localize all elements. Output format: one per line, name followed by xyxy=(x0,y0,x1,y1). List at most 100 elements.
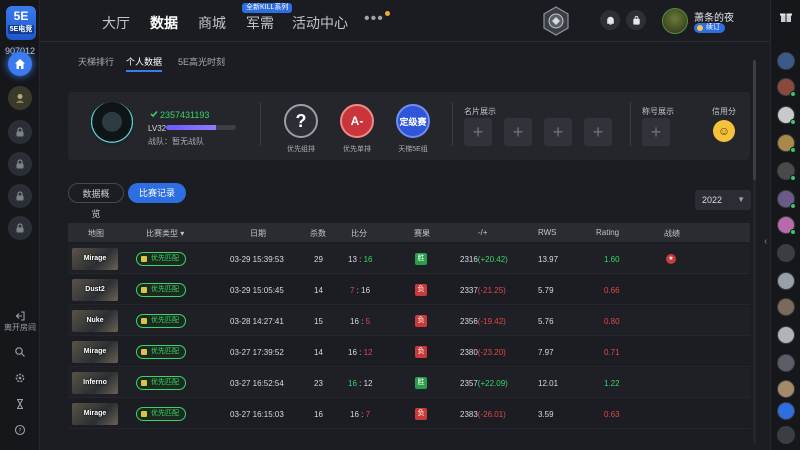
score-own: 13 xyxy=(348,255,357,264)
leave-room-button[interactable]: 离开房间 xyxy=(0,310,40,333)
friend-avatar[interactable] xyxy=(777,78,796,97)
settings-button[interactable] xyxy=(0,372,40,384)
smile-icon[interactable]: ☺ xyxy=(713,120,735,142)
col-kills: 杀数 xyxy=(310,229,326,238)
friend-avatar[interactable] xyxy=(777,52,795,70)
map-thumbnail: Mirage xyxy=(72,403,118,425)
friend-avatar[interactable] xyxy=(777,354,795,372)
score-separator: : xyxy=(356,255,364,264)
lock-icon xyxy=(16,191,24,201)
exit-icon xyxy=(15,311,25,321)
nav-lobby[interactable]: 大厅 xyxy=(102,13,130,33)
locked-slot-1[interactable] xyxy=(8,120,32,144)
rank-label: 优先单排 xyxy=(343,146,371,153)
chat-button[interactable] xyxy=(777,426,795,444)
title-slot[interactable]: + xyxy=(642,118,670,146)
help-button[interactable]: ? xyxy=(0,424,40,436)
table-row[interactable]: Mirage 优先匹配 03-27 17:39:52 14 16 : 12 负 … xyxy=(68,337,750,367)
elo-delta: (-19.42) xyxy=(477,317,506,326)
score: 13 : 16 xyxy=(348,255,372,264)
col-score: 比分 xyxy=(351,229,367,238)
locked-slot-3[interactable] xyxy=(8,184,32,208)
overview-button[interactable]: 数据概览 xyxy=(68,183,124,219)
lock-icon xyxy=(16,127,24,137)
level-progress-fill xyxy=(166,125,217,130)
card-slot[interactable]: + xyxy=(584,118,612,146)
tab-personal-data[interactable]: 个人数据 xyxy=(126,55,162,68)
score-separator: : xyxy=(358,317,366,326)
col-match-type[interactable]: 比赛类型 ▾ xyxy=(146,228,184,239)
home-button[interactable] xyxy=(8,52,32,76)
friend-avatar[interactable] xyxy=(777,134,796,153)
rank-badge-placement[interactable]: 定级赛 xyxy=(396,104,430,138)
table-row[interactable]: Dust2 优先匹配 03-29 15:05:45 14 7 : 16 负 23… xyxy=(68,275,750,305)
match-type-tag: 优先匹配 xyxy=(136,314,186,328)
logo-text: 5E xyxy=(13,9,29,23)
score-separator: : xyxy=(356,348,364,357)
elo-delta: (-21.25) xyxy=(477,286,506,295)
tab-ladder-rank[interactable]: 天梯排行 xyxy=(78,55,114,68)
match-records-button[interactable]: 比赛记录 xyxy=(128,183,186,203)
result-badge: 负 xyxy=(415,284,427,296)
nav-store[interactable]: 商城 xyxy=(198,13,226,33)
top-nav: 大厅 数据 商城 军需 全新KILL系列 活动中心 ••• 萧条的夜 续订 xyxy=(40,0,770,42)
rank-badge-solo[interactable]: A- xyxy=(340,104,374,138)
map-thumbnail: Nuke xyxy=(72,310,118,332)
friend-avatar[interactable] xyxy=(777,272,795,290)
gift-icon[interactable] xyxy=(779,10,793,24)
online-dot xyxy=(790,203,796,209)
card-slot[interactable]: + xyxy=(464,118,492,146)
friend-avatar[interactable] xyxy=(777,216,796,235)
verified-icon xyxy=(150,111,158,118)
table-row[interactable]: Mirage 优先匹配 03-29 15:39:53 29 13 : 16 胜 … xyxy=(68,244,750,274)
app-logo[interactable]: 5E 5E电竞 xyxy=(6,6,36,40)
rank-emblem-icon[interactable] xyxy=(540,6,572,36)
player-id-text: 2357431193 xyxy=(160,110,210,120)
elo-value: 2337 xyxy=(460,286,478,295)
rank-label: 优先组排 xyxy=(287,146,315,153)
locked-slot-2[interactable] xyxy=(8,152,32,176)
table-row[interactable]: Inferno 优先匹配 03-27 16:52:54 23 16 : 12 胜… xyxy=(68,368,750,398)
friend-avatar[interactable] xyxy=(777,190,796,209)
elo-value: 2383 xyxy=(460,410,478,419)
rws: 7.97 xyxy=(538,348,554,357)
more-menu-button[interactable]: ••• xyxy=(364,10,384,28)
score-own: 16 xyxy=(348,348,357,357)
match-date: 03-27 17:39:52 xyxy=(230,348,284,357)
card-slot[interactable]: + xyxy=(504,118,532,146)
scrollbar-thumb[interactable] xyxy=(753,60,756,180)
elo: 2357(+22.09) xyxy=(460,379,508,388)
collapse-arrow-icon[interactable]: ‹ xyxy=(764,236,767,247)
year-select[interactable]: 2022 ▼ xyxy=(695,190,751,210)
history-button[interactable] xyxy=(0,398,40,410)
profile-chip[interactable]: 萧条的夜 续订 xyxy=(662,8,766,34)
player-avatar[interactable] xyxy=(90,102,134,146)
headset-button[interactable] xyxy=(777,402,795,420)
nav-data[interactable]: 数据 xyxy=(150,13,178,33)
nav-events[interactable]: 活动中心 xyxy=(292,13,348,33)
friend-avatar[interactable] xyxy=(777,326,795,344)
inventory-button[interactable] xyxy=(626,10,646,30)
vip-renew-tag[interactable]: 续订 xyxy=(694,23,725,33)
kills: 15 xyxy=(314,317,323,326)
card-slot[interactable]: + xyxy=(544,118,572,146)
locked-slot-4[interactable] xyxy=(8,216,32,240)
notifications-button[interactable] xyxy=(600,10,620,30)
friend-avatar[interactable] xyxy=(777,244,795,262)
friend-avatar[interactable] xyxy=(777,162,796,181)
friend-avatar[interactable] xyxy=(777,298,795,316)
nav-supply[interactable]: 军需 xyxy=(246,13,274,33)
friend-avatar[interactable] xyxy=(777,380,795,398)
elo-delta: (-23.20) xyxy=(477,348,506,357)
recent-room-avatar[interactable] xyxy=(8,86,32,110)
table-row[interactable]: Nuke 优先匹配 03-28 14:27:41 15 16 : 5 负 235… xyxy=(68,306,750,336)
friends-rail xyxy=(770,0,800,450)
tab-highlights[interactable]: 5E高光时刻 xyxy=(178,55,225,68)
elo: 2337(-21.25) xyxy=(460,286,506,295)
match-type-tag: 优先匹配 xyxy=(136,252,186,266)
friend-avatar[interactable] xyxy=(777,106,796,125)
rank-badge-duo[interactable]: ? xyxy=(284,104,318,138)
search-button[interactable] xyxy=(0,346,40,358)
title-display-label: 称号展示 xyxy=(642,107,674,116)
table-row[interactable]: Mirage 优先匹配 03-27 16:15:03 16 16 : 7 负 2… xyxy=(68,399,750,429)
